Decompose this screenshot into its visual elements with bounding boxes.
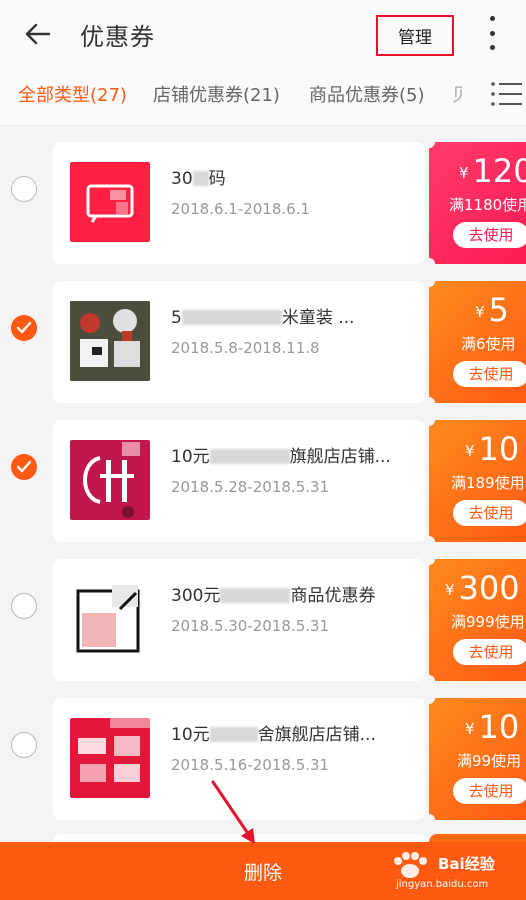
- select-checkbox[interactable]: [11, 732, 37, 758]
- coupon-card[interactable]: 10元 旗舰店店铺... 2018.5.28-2018.5.31: [53, 420, 425, 542]
- manage-button[interactable]: 管理: [376, 15, 454, 56]
- back-arrow-icon[interactable]: [22, 18, 54, 50]
- store-logo-image: [70, 162, 150, 242]
- store-logo-image: [70, 301, 150, 381]
- use-coupon-button[interactable]: 去使用: [453, 361, 526, 387]
- coupon-condition: 满1180使用: [449, 196, 526, 214]
- coupon-condition: 满6使用: [461, 335, 516, 353]
- coupon-amount: ¥10: [465, 708, 520, 746]
- coupon-value-stub: ¥10 满99使用 去使用: [429, 698, 526, 820]
- card-notch: [423, 136, 435, 148]
- coupon-validity-date: 2018.5.30-2018.5.31: [171, 617, 330, 635]
- coupon-name: 10元 旗舰店店铺...: [171, 447, 391, 467]
- coupon-validity-date: 2018.5.28-2018.5.31: [171, 478, 330, 496]
- coupon-value-stub: ¥10 满189使用 去使用: [429, 420, 526, 542]
- use-coupon-button[interactable]: 去使用: [453, 222, 526, 248]
- use-coupon-button[interactable]: 去使用: [453, 639, 526, 665]
- coupon-type-tabs: 全部类型(27) 店铺优惠券(21) 商品优惠券(5) 贝: [0, 68, 526, 126]
- tab-product-coupons[interactable]: 商品优惠券(5): [309, 81, 425, 107]
- coupon-name: 10元 舍旗舰店店铺...: [171, 725, 376, 745]
- page-title: 优惠券: [80, 23, 155, 51]
- card-notch: [423, 258, 435, 270]
- store-logo-image: [70, 440, 150, 520]
- select-checkbox[interactable]: [11, 176, 37, 202]
- tab-all-types[interactable]: 全部类型(27): [18, 81, 127, 107]
- coupon-condition: 满99使用: [457, 752, 522, 770]
- more-options-icon[interactable]: [484, 16, 500, 50]
- use-coupon-button[interactable]: 去使用: [453, 778, 526, 804]
- coupon-name: 30 码: [171, 169, 226, 189]
- card-notch: [423, 675, 435, 687]
- use-coupon-button[interactable]: 去使用: [453, 500, 526, 526]
- coupon-card[interactable]: 30 码 2018.6.1-2018.6.1: [53, 142, 425, 264]
- checkmark-icon: [16, 460, 32, 473]
- watermark-text: Bai经验: [438, 855, 495, 873]
- coupon-amount: ¥10: [465, 430, 520, 468]
- coupon-value-stub: ¥300 满999使用 去使用: [429, 559, 526, 681]
- store-logo-image: [70, 718, 150, 798]
- coupon-name: 5 米童装 ...: [171, 308, 355, 328]
- list-menu-icon[interactable]: [490, 81, 522, 107]
- card-notch: [423, 553, 435, 565]
- card-notch: [423, 275, 435, 287]
- coupon-card[interactable]: 300元 商品优惠券 2018.5.30-2018.5.31: [53, 559, 425, 681]
- watermark-url: jingyan.baidu.com: [396, 879, 489, 890]
- card-notch: [423, 414, 435, 426]
- coupon-validity-date: 2018.5.8-2018.11.8: [171, 339, 320, 357]
- app-bar: 优惠券 管理: [0, 0, 526, 68]
- select-checkbox-checked[interactable]: [11, 454, 37, 480]
- store-logo-image: [70, 579, 150, 659]
- coupon-row: 10元 旗舰店店铺... 2018.5.28-2018.5.31 ¥10 满189…: [0, 414, 526, 548]
- paw-logo-icon: [394, 852, 427, 878]
- coupon-condition: 满999使用: [451, 613, 525, 631]
- coupon-value-stub: ¥120 满1180使用 去使用: [429, 142, 526, 264]
- coupon-name: 300元 商品优惠券: [171, 586, 376, 606]
- coupon-validity-date: 2018.6.1-2018.6.1: [171, 200, 311, 218]
- coupon-amount: ¥5: [475, 291, 509, 329]
- coupon-condition: 满189使用: [451, 474, 525, 492]
- coupon-amount: ¥120: [459, 152, 526, 190]
- baidu-jingyan-watermark: Bai经验 jingyan.baidu.com: [378, 851, 522, 897]
- coupon-row: 5 米童装 ... 2018.5.8-2018.11.8 ¥5 满6使用 去使用: [0, 275, 526, 409]
- select-checkbox[interactable]: [11, 593, 37, 619]
- card-notch: [423, 397, 435, 409]
- coupon-value-stub: ¥5 满6使用 去使用: [429, 281, 526, 403]
- tab-store-coupons[interactable]: 店铺优惠券(21): [153, 81, 280, 107]
- coupon-amount: ¥300: [445, 569, 520, 607]
- coupon-row: 30 码 2018.6.1-2018.6.1 ¥120 满1180使用 去使用: [0, 136, 526, 270]
- card-notch: [423, 692, 435, 704]
- select-checkbox-checked[interactable]: [11, 315, 37, 341]
- checkmark-icon: [16, 321, 32, 334]
- coupon-card[interactable]: 5 米童装 ... 2018.5.8-2018.11.8: [53, 281, 425, 403]
- card-notch: [423, 814, 435, 826]
- coupon-row: 300元 商品优惠券 2018.5.30-2018.5.31 ¥300 满999使…: [0, 553, 526, 687]
- annotation-arrow-icon: [211, 780, 255, 844]
- coupon-validity-date: 2018.5.16-2018.5.31: [171, 756, 330, 774]
- card-notch: [423, 536, 435, 548]
